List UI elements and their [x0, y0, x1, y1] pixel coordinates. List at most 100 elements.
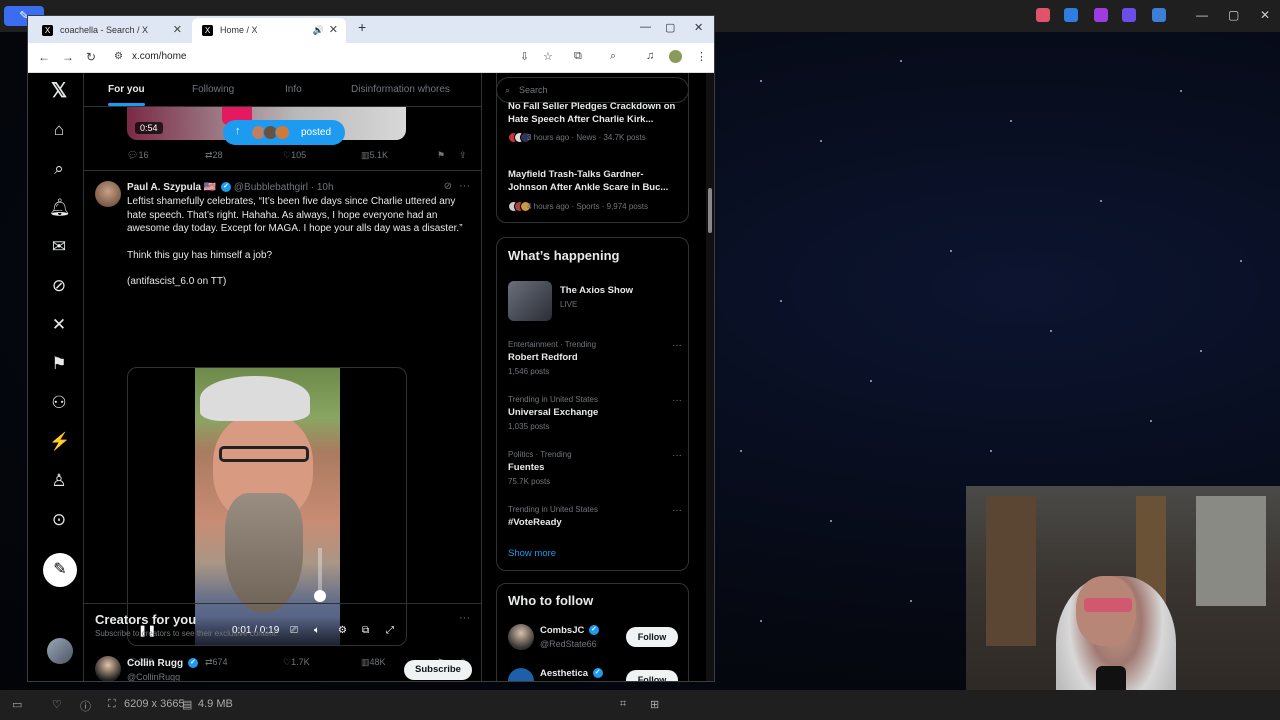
more-options-icon[interactable]: ··· [672, 505, 682, 516]
tab-following[interactable]: Following [192, 84, 234, 95]
user-avatar[interactable] [508, 624, 534, 650]
close-tab-icon[interactable]: ✕ [329, 18, 338, 43]
creator-name[interactable]: Collin Rugg ✓ [127, 658, 198, 669]
settings-icon[interactable]: ⚙ [338, 625, 347, 636]
like-button[interactable]: ♡ 105 [283, 150, 306, 161]
home-icon[interactable]: ⌂ [49, 120, 69, 140]
extensions-icon[interactable]: ⧉ [574, 50, 582, 63]
follow-button[interactable]: Follow [626, 627, 678, 647]
account-avatar[interactable] [47, 638, 73, 664]
trend-item[interactable]: Trending in United States Universal Exch… [508, 395, 682, 431]
views-button[interactable]: ▥ 5.1K [361, 150, 388, 161]
reply-button[interactable]: 💬︎ 16 [127, 150, 148, 161]
follow-button[interactable]: Follow [626, 670, 678, 681]
close-tab-icon[interactable]: ✕ [173, 18, 182, 43]
news-headline[interactable]: No Fall Seller Pledges Crackdown on Hate… [508, 100, 682, 126]
media-control-icon[interactable]: ♫ [646, 50, 654, 62]
onedrive-icon[interactable] [1152, 8, 1166, 22]
share-icon[interactable]: ⇪ [459, 150, 467, 161]
minimize-icon[interactable]: — [1196, 8, 1208, 22]
news-headline[interactable]: Mayfield Trash-Talks Gardner-Johnson Aft… [508, 168, 682, 194]
scrollbar-thumb[interactable] [708, 188, 712, 233]
subscribe-button[interactable]: Subscribe [404, 660, 472, 680]
live-title[interactable]: The Axios Show [560, 285, 633, 296]
more-options-icon[interactable]: ··· [459, 180, 470, 192]
close-icon[interactable]: ✕ [1260, 8, 1270, 22]
app-tray-icon[interactable] [1094, 8, 1108, 22]
views-button[interactable]: ▥ 48K [361, 657, 386, 668]
repost-button[interactable]: ⇄ 674 [205, 657, 228, 668]
author-avatar[interactable] [95, 181, 121, 207]
zoom-icon[interactable]: ⊞ [650, 698, 659, 711]
search-icon[interactable]: ⌕ [49, 159, 69, 179]
info-icon[interactable]: ⓘ [80, 698, 91, 714]
tab-info[interactable]: Info [285, 84, 302, 95]
reload-icon[interactable]: ↻ [86, 50, 96, 64]
copilot-icon[interactable] [1036, 8, 1050, 22]
address-bar[interactable]: x.com/home [132, 51, 186, 62]
show-more-link[interactable]: Show more [508, 548, 556, 559]
back-icon[interactable]: ← [38, 50, 50, 64]
post-button[interactable]: ✎ [43, 553, 77, 587]
notifications-icon[interactable]: 🔔︎ [49, 198, 71, 218]
user-avatar[interactable] [508, 668, 534, 681]
creator-avatar[interactable] [95, 656, 121, 681]
close-window-icon[interactable]: ✕ [694, 21, 703, 34]
trend-item[interactable]: Entertainment · Trending Robert Redford … [508, 340, 682, 376]
bookmarks-icon[interactable]: ⚑ [49, 354, 69, 374]
maximize-icon[interactable]: ▢ [1228, 8, 1239, 22]
messages-icon[interactable]: ✉ [49, 237, 69, 257]
post-time[interactable]: · 10h [311, 182, 334, 193]
grok-icon[interactable]: ⊘ [49, 276, 69, 296]
repost-button[interactable]: ⇄ 28 [205, 150, 223, 161]
favorite-icon[interactable]: ♡ [52, 698, 62, 711]
bookmark-icon[interactable]: ⚑ [437, 150, 445, 161]
tab-coachella-search[interactable]: X coachella - Search / X ✕ [32, 18, 190, 43]
more-options-icon[interactable]: ··· [672, 395, 682, 406]
creator-handle[interactable]: @CollinRugg [127, 672, 180, 681]
author-name[interactable]: Paul A. Szypula [127, 182, 201, 193]
menu-icon[interactable]: ⋮ [696, 50, 707, 63]
fit-to-window-icon[interactable]: ⌗ [620, 698, 626, 711]
app-tray-icon[interactable] [1064, 8, 1078, 22]
video-player[interactable]: ❚❚ 0:01 / 0:19 ⎚ 🔈︎ ⚙ ⧉ ⤢ [127, 367, 407, 646]
volume-icon[interactable]: 🔈︎ [314, 625, 320, 636]
layout-icon[interactable]: ▭ [12, 698, 22, 711]
grok-icon[interactable]: ⊘ [444, 181, 452, 192]
more-icon[interactable]: ⊙ [49, 510, 69, 530]
trend-item[interactable]: Politics · Trending Fuentes 75.7K posts … [508, 450, 682, 486]
like-button[interactable]: ♡ 1.7K [283, 657, 310, 668]
scrollbar[interactable] [706, 73, 714, 681]
install-app-icon[interactable]: ⇩ [520, 50, 529, 63]
bookmark-star-icon[interactable]: ☆ [543, 50, 553, 63]
x-logo-icon[interactable]: 𝕏 [49, 81, 69, 101]
site-info-icon[interactable]: ⚙ [114, 51, 123, 62]
tab-search-icon[interactable]: ⌕ [610, 50, 616, 63]
profile-avatar-icon[interactable] [669, 50, 682, 63]
speaker-icon[interactable]: 🔊 [313, 18, 324, 43]
user-name[interactable]: CombsJC ✓ [540, 625, 599, 636]
author-handle[interactable]: @Bubblebathgirl [234, 182, 308, 193]
forward-icon[interactable]: → [62, 50, 74, 64]
maximize-icon[interactable]: ▢ [665, 21, 675, 34]
fullscreen-icon[interactable]: ⤢ [386, 625, 394, 636]
tab-for-you[interactable]: For you [108, 84, 145, 106]
more-options-icon[interactable]: ··· [672, 450, 682, 461]
new-posts-pill[interactable]: ↑ posted [223, 120, 345, 145]
tab-home[interactable]: X Home / X 🔊 ✕ [192, 18, 346, 43]
trend-item[interactable]: Trending in United States #VoteReady ··· [508, 505, 682, 528]
volume-knob[interactable] [314, 590, 326, 602]
app-tray-icon[interactable] [1122, 8, 1136, 22]
more-options-icon[interactable]: ··· [459, 612, 470, 624]
user-handle[interactable]: @RedState66 [540, 639, 597, 649]
more-options-icon[interactable]: ··· [672, 340, 682, 351]
captions-icon[interactable]: ⎚ [290, 625, 298, 636]
tab-disinformation-whores[interactable]: Disinformation whores [351, 84, 450, 95]
profile-icon[interactable]: ♙ [49, 471, 69, 491]
post-author[interactable]: Paul A. Szypula 🇺🇸 ✓ @Bubblebathgirl · 1… [127, 182, 334, 193]
new-tab-button[interactable]: + [358, 19, 366, 35]
pip-icon[interactable]: ⧉ [362, 625, 369, 636]
communities-icon[interactable]: ⚇ [49, 393, 69, 413]
user-name[interactable]: Aesthetica ✓ [540, 668, 603, 679]
live-thumbnail[interactable] [508, 281, 552, 321]
